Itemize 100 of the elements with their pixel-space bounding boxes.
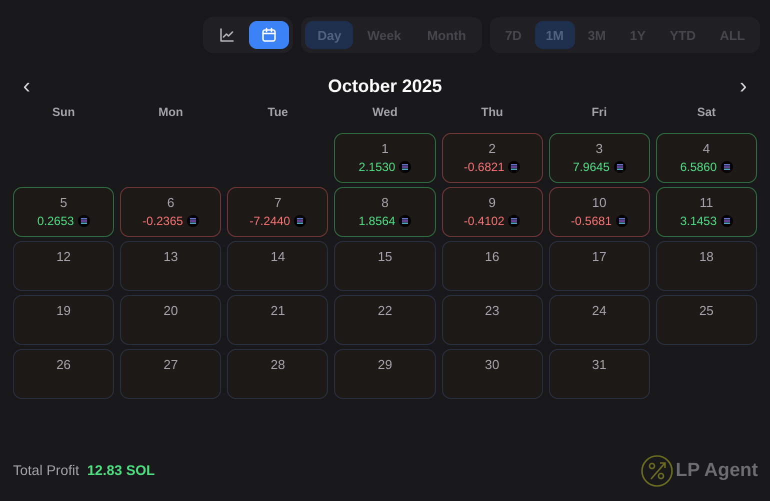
day-cell[interactable]: 30: [442, 349, 543, 399]
day-cell[interactable]: 29: [334, 349, 436, 399]
weekday-label: Tue: [266, 104, 290, 121]
logo-text: LP Agent: [676, 460, 758, 482]
day-cell[interactable]: 16: [442, 241, 543, 291]
day-number: 5: [60, 195, 68, 210]
day-cell[interactable]: 1 2.1530: [334, 133, 436, 183]
daily-profit: 0.2653: [37, 214, 74, 228]
solana-coin-icon: [508, 161, 520, 173]
daily-profit: -0.4102: [464, 214, 504, 228]
solana-coin-icon: [78, 215, 90, 227]
day-number: 7: [274, 195, 282, 210]
day-number: 11: [700, 195, 714, 210]
day-cell[interactable]: 18: [656, 241, 757, 291]
day-number: 21: [270, 303, 286, 318]
day-cell[interactable]: 3 7.9645: [548, 133, 650, 183]
day-cell[interactable]: 13: [120, 241, 222, 291]
solana-coin-icon: [508, 215, 520, 227]
daily-profit: -0.2365: [142, 214, 184, 228]
day-number: 28: [270, 357, 286, 372]
day-number: 31: [592, 357, 606, 372]
day-number: 27: [163, 357, 178, 372]
day-number: 6: [167, 195, 174, 210]
day-number: 20: [163, 303, 178, 318]
day-number: 2: [488, 141, 496, 156]
next-month-button[interactable]: ›: [736, 75, 751, 97]
day-number: 3: [596, 141, 603, 156]
day-cell[interactable]: 25: [656, 295, 757, 345]
weekday-label: Thu: [480, 104, 504, 121]
solana-coin-icon: [720, 215, 733, 227]
day-number: 4: [702, 141, 710, 156]
day-cell[interactable]: 15: [334, 241, 436, 291]
day-number: 19: [56, 303, 71, 318]
day-number: 17: [592, 249, 606, 264]
day-cell[interactable]: 19: [13, 295, 114, 345]
day-cell[interactable]: 4 6.5860: [656, 133, 757, 183]
solana-coin-icon: [399, 161, 412, 173]
day-cell[interactable]: 23: [442, 295, 543, 345]
weekday-label: Wed: [371, 104, 399, 121]
day-number: 26: [56, 357, 71, 372]
daily-profit: 1.8564: [358, 214, 396, 228]
daily-profit: -0.6821: [464, 160, 504, 174]
solana-coin-icon: [399, 215, 412, 227]
daily-profit: -0.5681: [570, 214, 612, 228]
day-cell[interactable]: 31: [548, 349, 650, 399]
day-number: 22: [378, 303, 392, 318]
day-cell[interactable]: 7 -7.2440: [227, 187, 328, 237]
day-number: 8: [381, 195, 389, 210]
day-number: 30: [484, 357, 500, 372]
month-title: October 2025: [328, 76, 442, 96]
day-cell[interactable]: 10 -0.5681: [548, 187, 650, 237]
total-profit-value: 12.83 SOL: [87, 462, 155, 478]
day-cell[interactable]: 5 0.2653: [13, 187, 114, 237]
weekday-label: Mon: [157, 104, 184, 121]
day-cell[interactable]: 24: [548, 295, 650, 345]
weekday-label: Fri: [590, 104, 608, 121]
day-number: 29: [378, 357, 392, 372]
solana-coin-icon: [294, 215, 306, 227]
daily-profit: 7.9645: [572, 160, 610, 174]
day-cell[interactable]: 12: [13, 241, 114, 291]
day-cell[interactable]: 8 1.8564: [334, 187, 436, 237]
day-number: 16: [484, 249, 500, 264]
day-number: 12: [56, 249, 71, 264]
daily-profit: -7.2440: [250, 214, 290, 228]
day-number: 9: [488, 195, 496, 210]
total-profit-label: Total Profit: [13, 462, 80, 478]
day-cell[interactable]: 2 -0.6821: [442, 133, 543, 183]
day-number: 14: [270, 249, 286, 264]
calendar-icon: [261, 27, 278, 43]
day-cell[interactable]: 21: [227, 295, 328, 345]
daily-profit: 6.5860: [680, 160, 717, 174]
calendar-view-button[interactable]: [249, 21, 290, 49]
day-number: 18: [699, 249, 714, 264]
day-cell[interactable]: 27: [120, 349, 222, 399]
solana-coin-icon: [720, 161, 733, 173]
day-cell[interactable]: 20: [120, 295, 222, 345]
daily-profit: 3.1453: [680, 214, 717, 228]
solana-coin-icon: [187, 215, 200, 227]
day-number: 10: [592, 195, 606, 210]
day-number: 13: [163, 249, 178, 264]
solana-coin-icon: [616, 215, 628, 227]
day-cell[interactable]: 11 3.1453: [656, 187, 757, 237]
day-cell[interactable]: 26: [13, 349, 114, 399]
day-number: 23: [484, 303, 500, 318]
day-cell[interactable]: 22: [334, 295, 436, 345]
day-cell[interactable]: 28: [227, 349, 328, 399]
day-cell[interactable]: 6 -0.2365: [120, 187, 222, 237]
solana-coin-icon: [614, 161, 626, 173]
daily-profit: 2.1530: [358, 160, 396, 174]
day-cell[interactable]: 17: [548, 241, 650, 291]
day-number: 15: [378, 249, 392, 264]
previous-month-button[interactable]: ‹: [19, 75, 34, 97]
day-number: 25: [699, 303, 714, 318]
day-number: 1: [381, 141, 389, 156]
weekday-label: Sat: [696, 104, 717, 121]
percent-arrow-logo-icon: [640, 455, 673, 487]
day-cell[interactable]: 14: [227, 241, 328, 291]
line-chart-icon: [219, 27, 236, 43]
day-cell[interactable]: 9 -0.4102: [442, 187, 543, 237]
weekday-label: Sun: [51, 104, 76, 121]
